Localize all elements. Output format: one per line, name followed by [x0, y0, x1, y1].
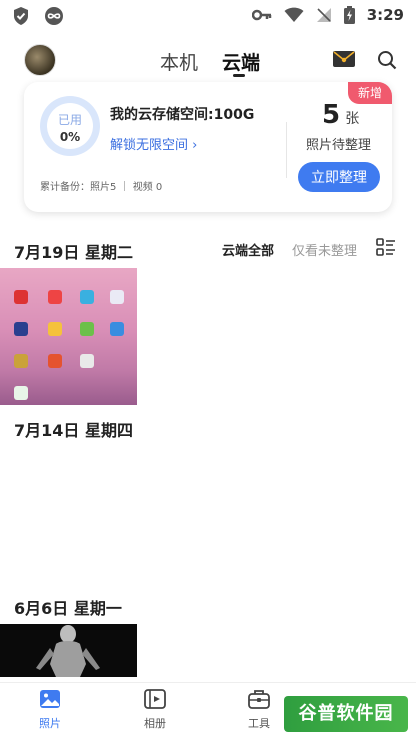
nav-label: 工具 — [248, 717, 270, 730]
album-icon — [144, 689, 166, 709]
used-percent: 0% — [59, 130, 81, 144]
status-bar: 3:29 — [0, 0, 416, 32]
storage-usage-ring: 已用 0% — [40, 96, 100, 156]
filter-cloud-all[interactable]: 云端全部 — [222, 240, 274, 259]
pending-count: 5 张 — [322, 100, 359, 130]
key-icon — [251, 9, 271, 21]
avatar[interactable] — [24, 44, 56, 76]
date-header: 7月19日 星期二 — [14, 243, 133, 262]
organize-now-button[interactable]: 立即整理 — [298, 162, 380, 192]
battery-charging-icon — [343, 6, 355, 24]
backup-summary: 累计备份：照片5 ｜ 视频 0 — [40, 182, 163, 193]
filter-unsorted-only[interactable]: 仅看未整理 — [292, 240, 357, 259]
card-divider — [286, 122, 287, 178]
wifi-icon — [284, 7, 304, 22]
signal-off-icon — [316, 8, 331, 22]
nav-label: 相册 — [144, 717, 166, 730]
storage-title: 我的云存储空间:100G — [110, 107, 255, 123]
date-header: 6月6日 星期一 — [14, 599, 122, 618]
used-label: 已用 — [57, 113, 82, 127]
photo-thumbnail[interactable] — [0, 624, 137, 677]
photo-thumbnail[interactable] — [0, 268, 137, 405]
unlock-space-link[interactable]: 解锁无限空间 › — [110, 134, 197, 153]
shield-check-icon — [14, 7, 28, 25]
mail-icon[interactable] — [332, 50, 356, 68]
toolbox-icon — [248, 690, 270, 709]
nav-photos[interactable]: 照片 — [20, 689, 80, 731]
pending-count-number: 5 — [322, 100, 341, 130]
pending-label: 照片待整理 — [306, 138, 372, 153]
figure-image — [36, 625, 100, 677]
list-view-icon[interactable] — [376, 238, 396, 256]
watermark-logo: 谷普软件园 — [284, 696, 408, 732]
infinity-icon — [45, 7, 63, 25]
tab-local[interactable]: 本机 — [160, 48, 198, 75]
photo-icon — [40, 690, 60, 708]
clock: 3:29 — [366, 6, 404, 24]
cloud-storage-card: 已用 0% 我的云存储空间:100G 解锁无限空间 › 新增 5 张 照片待整理… — [24, 82, 392, 212]
nav-label: 照片 — [39, 717, 61, 730]
pending-count-unit: 张 — [345, 111, 360, 127]
nav-albums[interactable]: 相册 — [125, 689, 185, 731]
tab-cloud[interactable]: 云端 — [222, 48, 260, 75]
top-bar: 本机 云端 — [0, 40, 416, 84]
search-icon[interactable] — [377, 50, 397, 70]
active-tab-indicator — [233, 74, 245, 77]
nav-tools[interactable]: 工具 — [229, 689, 289, 731]
date-header: 7月14日 星期四 — [14, 421, 133, 440]
